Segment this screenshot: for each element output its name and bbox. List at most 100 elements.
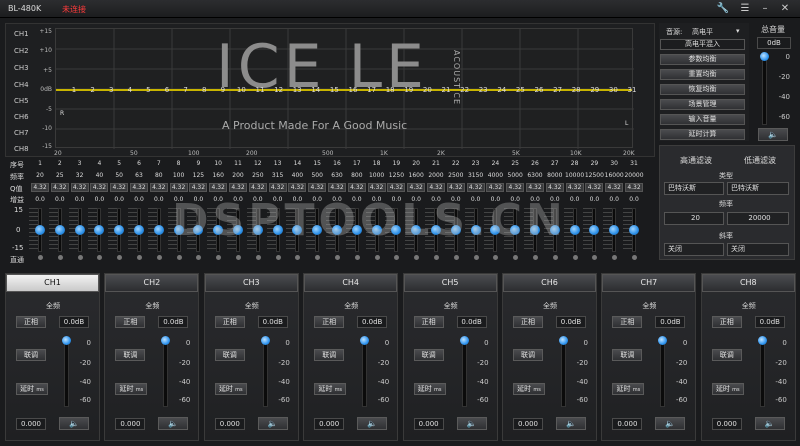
band-bypass-dot[interactable]	[434, 255, 439, 260]
band-q[interactable]: 4.32	[585, 183, 604, 192]
band-gain[interactable]: 0.0	[624, 196, 644, 203]
band-bypass-dot[interactable]	[196, 255, 202, 260]
band-freq[interactable]: 6300	[525, 172, 545, 179]
band-q[interactable]: 4.32	[268, 183, 287, 192]
band-q[interactable]: 4.32	[605, 183, 624, 192]
curve-band-marker[interactable]: 10	[234, 86, 248, 94]
channel-volume-fader[interactable]	[262, 337, 268, 407]
band-fader-knob[interactable]	[252, 225, 263, 235]
band-fader-knob[interactable]	[411, 225, 422, 235]
band-gain[interactable]: 0.0	[466, 196, 486, 203]
close-icon[interactable]: ✕	[778, 3, 792, 15]
band-bypass-dot[interactable]	[572, 255, 578, 260]
band-fader-knob[interactable]	[431, 225, 441, 235]
channel-mute-button[interactable]: 🔈	[556, 417, 586, 430]
band-gain[interactable]: 0.0	[426, 196, 446, 203]
link-button[interactable]: 联调	[413, 349, 444, 361]
band-fader-knob[interactable]	[351, 225, 362, 235]
channel-gain-value[interactable]: 0.0dB	[655, 316, 686, 328]
band-freq[interactable]: 500	[307, 172, 327, 179]
band-freq[interactable]: 20	[30, 172, 50, 179]
band-freq[interactable]: 8000	[545, 172, 565, 179]
curve-band-marker[interactable]: 14	[309, 86, 323, 94]
band-fader-knob[interactable]	[371, 225, 382, 235]
channel-volume-fader[interactable]	[759, 337, 765, 407]
band-fader-knob[interactable]	[54, 225, 65, 235]
band-freq[interactable]: 3150	[466, 172, 486, 179]
channel-mute-button[interactable]: 🔈	[158, 417, 189, 430]
band-freq[interactable]: 250	[248, 172, 268, 179]
band-q[interactable]: 4.32	[248, 183, 267, 192]
band-q[interactable]: 4.32	[149, 183, 168, 192]
band-fader-knob[interactable]	[233, 225, 243, 235]
band-bypass-dot[interactable]	[137, 255, 142, 260]
phase-button[interactable]: 正相	[513, 316, 543, 328]
curve-band-marker[interactable]: 8	[197, 86, 211, 94]
source-select[interactable]: 高电平	[692, 27, 713, 37]
phase-button[interactable]: 正相	[115, 316, 146, 328]
lp-freq-input[interactable]: 20000	[727, 212, 789, 225]
band-fader-knob[interactable]	[213, 225, 224, 235]
curve-band-marker[interactable]: 23	[476, 86, 490, 94]
band-freq[interactable]: 5000	[505, 172, 525, 179]
band-gain[interactable]: 0.0	[129, 196, 149, 203]
band-bypass-dot[interactable]	[275, 255, 281, 260]
band-gain[interactable]: 0.0	[268, 196, 288, 203]
curve-band-marker[interactable]: 22	[458, 86, 472, 94]
band-freq[interactable]: 400	[287, 172, 307, 179]
band-fader-knob[interactable]	[173, 225, 184, 235]
band-bypass-dot[interactable]	[156, 255, 162, 260]
master-mute-button[interactable]: 🔈	[758, 128, 788, 141]
band-freq[interactable]: 32	[70, 172, 90, 179]
band-q[interactable]: 4.32	[110, 183, 129, 192]
band-q[interactable]: 4.32	[407, 183, 426, 192]
band-gain[interactable]: 0.0	[386, 196, 406, 203]
band-bypass-dot[interactable]	[552, 255, 558, 260]
delay-button[interactable]: 延时 ms	[513, 383, 545, 395]
curve-band-marker[interactable]: 5	[141, 86, 155, 94]
band-gain[interactable]: 0.0	[584, 196, 604, 203]
band-gain[interactable]: 0.0	[565, 196, 585, 203]
band-fader-knob[interactable]	[569, 225, 580, 235]
band-fader-knob[interactable]	[74, 225, 85, 235]
band-gain[interactable]: 0.0	[228, 196, 248, 203]
band-freq[interactable]: 1600	[406, 172, 426, 179]
band-bypass-dot[interactable]	[216, 255, 222, 260]
phase-button[interactable]: 正相	[214, 316, 245, 328]
delay-value[interactable]: 0.000	[314, 418, 345, 430]
band-bypass-dot[interactable]	[632, 255, 637, 260]
band-q[interactable]: 4.32	[209, 183, 228, 192]
link-button[interactable]: 联调	[214, 349, 245, 361]
band-bypass-dot[interactable]	[612, 255, 618, 260]
band-freq[interactable]: 100	[169, 172, 189, 179]
channel-gain-value[interactable]: 0.0dB	[456, 316, 487, 328]
delay-value[interactable]: 0.000	[513, 418, 543, 430]
band-fader-knob[interactable]	[153, 225, 164, 235]
menu-reset-eq[interactable]: 重置均衡	[660, 69, 745, 80]
delay-value[interactable]: 0.000	[612, 418, 643, 430]
band-q[interactable]: 4.32	[70, 183, 89, 192]
menu-icon[interactable]: ☰	[738, 3, 752, 15]
graph-channel-label[interactable]: CH3	[14, 64, 29, 72]
channel-volume-knob[interactable]	[459, 336, 469, 345]
graph-channel-label[interactable]: CH5	[14, 97, 29, 105]
band-gain[interactable]: 0.0	[307, 196, 327, 203]
band-bypass-dot[interactable]	[374, 255, 380, 260]
delay-button[interactable]: 延时 ms	[214, 383, 247, 395]
hp-slope-select[interactable]: 关闭	[664, 243, 724, 256]
band-bypass-dot[interactable]	[473, 255, 479, 260]
band-bypass-dot[interactable]	[77, 255, 83, 260]
lp-type-select[interactable]: 巴特沃斯	[727, 182, 789, 195]
band-q[interactable]: 4.32	[387, 183, 406, 192]
band-bypass-dot[interactable]	[335, 255, 340, 260]
curve-band-marker[interactable]: 12	[272, 86, 286, 94]
lp-slope-select[interactable]: 关闭	[727, 243, 789, 256]
curve-band-marker[interactable]: 15	[327, 86, 341, 94]
curve-band-marker[interactable]: 20	[420, 86, 434, 94]
band-freq[interactable]: 20000	[624, 172, 644, 179]
channel-volume-fader[interactable]	[362, 337, 368, 407]
band-freq[interactable]: 2000	[426, 172, 446, 179]
band-freq[interactable]: 80	[149, 172, 169, 179]
band-fader-knob[interactable]	[629, 225, 639, 235]
band-bypass-dot[interactable]	[176, 255, 182, 260]
